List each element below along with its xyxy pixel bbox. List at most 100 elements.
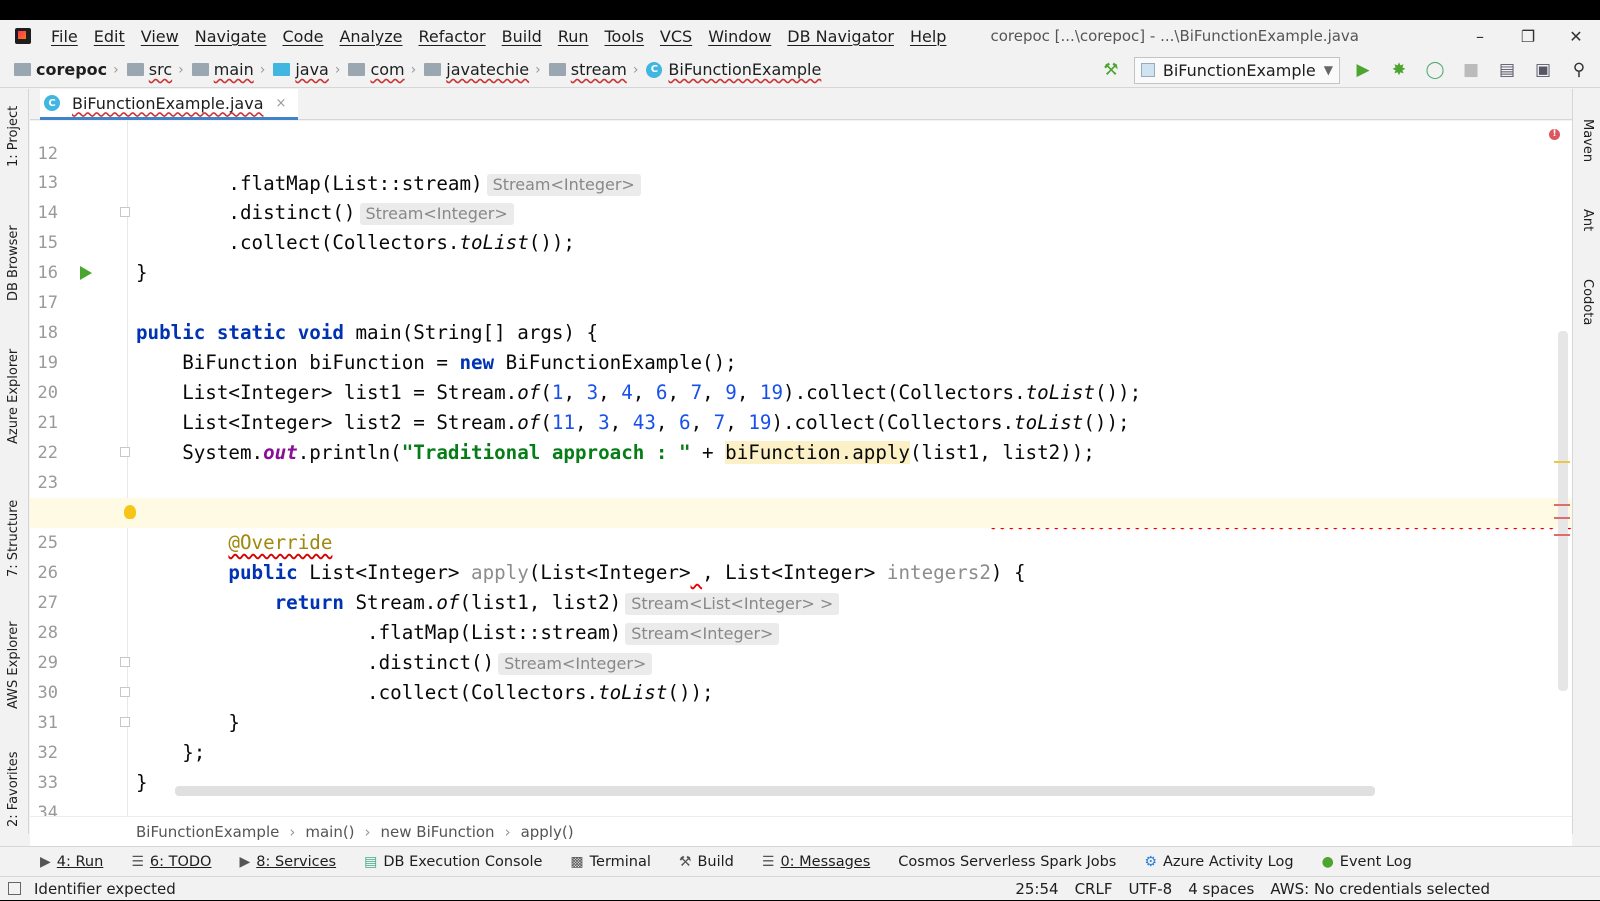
menu-code[interactable]: Code [275, 27, 332, 46]
crumb-stream[interactable]: stream › [548, 60, 647, 79]
crumb-main[interactable]: main › [191, 60, 274, 79]
crumb-javatechie[interactable]: javatechie › [424, 60, 548, 79]
code-line: 23 BiFunction<List<Integer>,List<Integer… [37, 473, 1572, 524]
tool-services[interactable]: ▶ 8: Services [239, 854, 336, 870]
crumb-class[interactable]: C BiFunctionExample [646, 60, 821, 79]
menu-build[interactable]: Build [494, 27, 550, 46]
presentation-icon[interactable]: ▣ [1530, 57, 1556, 83]
breadcrumb-method-main[interactable]: main() [305, 823, 354, 841]
breadcrumb-method-apply[interactable]: apply() [521, 823, 574, 841]
line-separator[interactable]: CRLF [1075, 880, 1113, 898]
code-line: 13 .distinct() Stream<Integer> [30, 138, 1572, 225]
warning-stripe[interactable] [1554, 461, 1570, 463]
vertical-scrollbar[interactable] [1558, 331, 1568, 691]
search-icon[interactable]: ⚲ [1566, 57, 1592, 83]
stop-icon[interactable]: ■ [1458, 57, 1484, 83]
menu-help[interactable]: Help [902, 27, 954, 46]
code-line: 29 .collect(Collectors.toList()); [37, 653, 714, 704]
tool-terminal[interactable]: ▩ Terminal [570, 854, 651, 870]
indent-setting[interactable]: 4 spaces [1188, 880, 1254, 898]
crumb-java[interactable]: java › [273, 60, 348, 79]
run-config-select[interactable]: BiFunctionExample ▼ [1133, 56, 1340, 84]
nav-toolbar: ⚒ BiFunctionExample ▼ ▶ ✸ ◯ ■ ▤ ▣ ⚲ [1098, 52, 1592, 88]
menu-bar: File Edit View Navigate Code Analyze Ref… [0, 20, 1600, 52]
menu-db-navigator[interactable]: DB Navigator [779, 27, 902, 46]
tool-tab-structure[interactable]: 7: Structure [6, 500, 21, 577]
tool-tab-azure-explorer[interactable]: Azure Explorer [6, 349, 21, 444]
tool-event-log[interactable]: ● Event Log [1322, 854, 1412, 870]
coverage-icon[interactable]: ◯ [1422, 57, 1448, 83]
breadcrumb-class[interactable]: BiFunctionExample [136, 823, 279, 841]
tool-cosmos-spark-jobs[interactable]: Cosmos Serverless Spark Jobs [898, 854, 1116, 870]
close-icon[interactable]: ✕ [1552, 20, 1600, 52]
tool-tab-db-browser[interactable]: DB Browser [6, 225, 21, 301]
tool-build[interactable]: ⚒ Build [679, 854, 734, 870]
horizontal-scrollbar[interactable] [175, 786, 1375, 796]
config-icon [1140, 63, 1155, 77]
file-encoding[interactable]: UTF-8 [1128, 880, 1172, 898]
tab-bifunctionexample[interactable]: C BiFunctionExample.java × [40, 89, 299, 120]
code-line: 12 .flatMap(List::stream) Stream<Integer> [30, 121, 1572, 196]
tool-azure-activity-log[interactable]: ⚙ Azure Activity Log [1144, 854, 1293, 870]
restore-icon[interactable]: ❐ [1504, 20, 1552, 52]
menu-refactor[interactable]: Refactor [411, 27, 494, 46]
class-icon: C [44, 95, 60, 111]
crumb-corepoc[interactable]: corepoc › [14, 60, 127, 79]
tool-tab-codota[interactable]: Codota [1580, 279, 1595, 325]
breadcrumb-anonymous-class[interactable]: new BiFunction [381, 823, 495, 841]
menu-tools[interactable]: Tools [597, 27, 652, 46]
tool-run[interactable]: ▶ 4: Run [40, 854, 103, 870]
chevron-down-icon: ▼ [1323, 63, 1333, 77]
error-indicator-icon[interactable]: ! [1549, 129, 1560, 140]
crumb-com[interactable]: com › [348, 60, 424, 79]
tool-db-execution-console[interactable]: ▤ DB Execution Console [364, 854, 542, 870]
menu-run[interactable]: Run [550, 27, 597, 46]
intention-bulb-icon[interactable] [124, 505, 136, 519]
code-line: 31 }; [37, 713, 206, 764]
aws-status[interactable]: AWS: No credentials selected [1270, 880, 1490, 898]
menu-view[interactable]: View [133, 27, 187, 46]
fold-marker-icon[interactable] [120, 657, 130, 667]
fold-marker-icon[interactable] [120, 207, 130, 217]
package-icon [424, 63, 442, 76]
tool-tab-favorites[interactable]: 2: Favorites [6, 751, 21, 827]
menu-navigate[interactable]: Navigate [187, 27, 275, 46]
error-stripe[interactable] [1554, 517, 1570, 519]
code-line: 17 public static void main(String[] args… [37, 293, 599, 344]
caret-position[interactable]: 25:54 [1015, 880, 1058, 898]
code-line: 15 } [37, 233, 148, 284]
menu-analyze[interactable]: Analyze [331, 27, 410, 46]
code-editor[interactable]: 12 .flatMap(List::stream) Stream<Integer>… [30, 121, 1572, 816]
right-tool-strip: Maven Ant Codota [1572, 89, 1600, 834]
menu-file[interactable]: File [43, 27, 86, 46]
menu-vcs[interactable]: VCS [652, 27, 700, 46]
tool-tab-project[interactable]: 1: Project [6, 106, 21, 167]
build-hammer-icon[interactable]: ⚒ [1098, 57, 1124, 83]
tool-todo[interactable]: ☰ 6: TODO [131, 854, 211, 870]
toggle-tool-windows-icon[interactable] [8, 882, 21, 895]
folder-icon [14, 63, 31, 76]
close-tab-icon[interactable]: × [276, 96, 287, 111]
navigation-bar: corepoc › src › main › java › com › javatechi… [0, 52, 1600, 88]
fold-marker-icon[interactable] [120, 447, 130, 457]
class-icon: C [646, 61, 663, 78]
error-stripe[interactable] [1554, 534, 1570, 536]
code-line: 30 } [37, 683, 240, 734]
tool-tab-maven[interactable]: Maven [1580, 119, 1595, 162]
crumb-src[interactable]: src › [126, 60, 192, 79]
fold-marker-icon[interactable] [120, 717, 130, 727]
project-structure-icon[interactable]: ▤ [1494, 57, 1520, 83]
fold-marker-icon[interactable] [120, 687, 130, 697]
menu-edit[interactable]: Edit [86, 27, 133, 46]
error-stripe[interactable] [1554, 504, 1570, 506]
tool-tab-ant[interactable]: Ant [1580, 209, 1595, 231]
tool-messages[interactable]: ☰ 0: Messages [762, 854, 870, 870]
package-icon [348, 63, 366, 76]
minimize-icon[interactable]: – [1456, 20, 1504, 52]
menu-window[interactable]: Window [700, 27, 779, 46]
tool-tab-aws-explorer[interactable]: AWS Explorer [6, 621, 21, 709]
run-icon[interactable]: ▶ [1350, 57, 1376, 83]
debug-icon[interactable]: ✸ [1386, 57, 1412, 83]
status-bar: Identifier expected 25:54 CRLF UTF-8 4 s… [0, 876, 1600, 900]
run-gutter-icon[interactable] [80, 266, 92, 280]
